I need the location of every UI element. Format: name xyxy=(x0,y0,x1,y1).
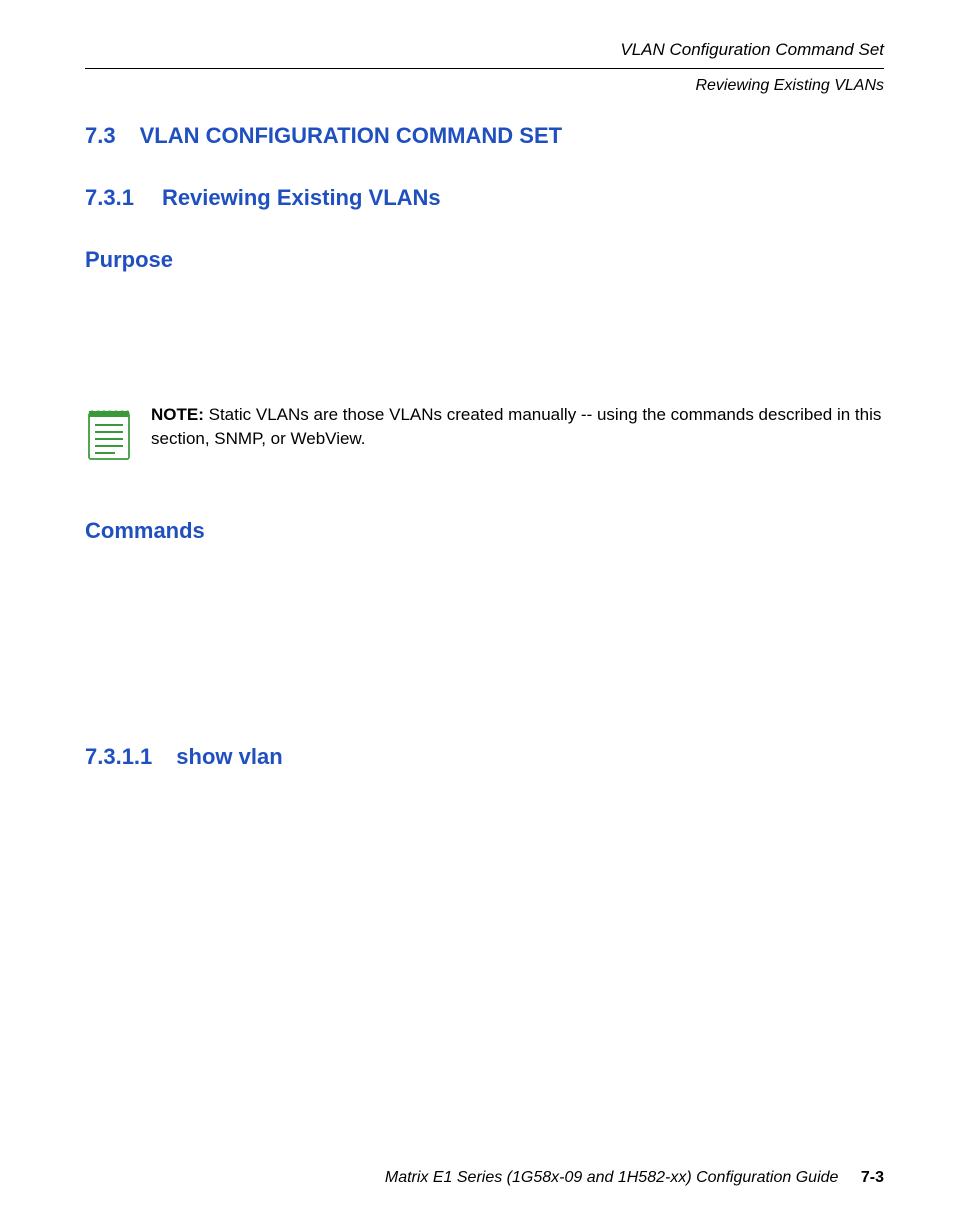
note-text: NOTE: Static VLANs are those VLANs creat… xyxy=(151,403,884,451)
footer-pagenum: 7-3 xyxy=(861,1169,884,1186)
section-number-sub: 7.3.1 xyxy=(85,185,134,211)
note-block: NOTE: Static VLANs are those VLANs creat… xyxy=(85,403,884,468)
note-label: NOTE: xyxy=(151,405,204,424)
purpose-heading: Purpose xyxy=(85,247,884,273)
footer-text: Matrix E1 Series (1G58x-09 and 1H582-xx)… xyxy=(385,1169,839,1186)
header-divider xyxy=(85,68,884,69)
section-number-main: 7.3 xyxy=(85,123,116,149)
section-heading-cmd: 7.3.1.1 show vlan xyxy=(85,744,884,770)
commands-heading: Commands xyxy=(85,518,884,544)
section-title-main: VLAN CONFIGURATION COMMAND SET xyxy=(140,123,562,149)
section-number-cmd: 7.3.1.1 xyxy=(85,744,152,770)
section-heading-main: 7.3 VLAN CONFIGURATION COMMAND SET xyxy=(85,123,884,149)
section-title-cmd: show vlan xyxy=(176,744,282,770)
notepad-icon xyxy=(85,405,133,468)
note-body: Static VLANs are those VLANs created man… xyxy=(151,405,881,448)
section-heading-sub: 7.3.1 Reviewing Existing VLANs xyxy=(85,185,884,211)
header-title: VLAN Configuration Command Set xyxy=(85,40,884,60)
section-title-sub: Reviewing Existing VLANs xyxy=(162,185,441,211)
header-subtitle: Reviewing Existing VLANs xyxy=(85,77,884,95)
page-footer: Matrix E1 Series (1G58x-09 and 1H582-xx)… xyxy=(85,1169,884,1187)
